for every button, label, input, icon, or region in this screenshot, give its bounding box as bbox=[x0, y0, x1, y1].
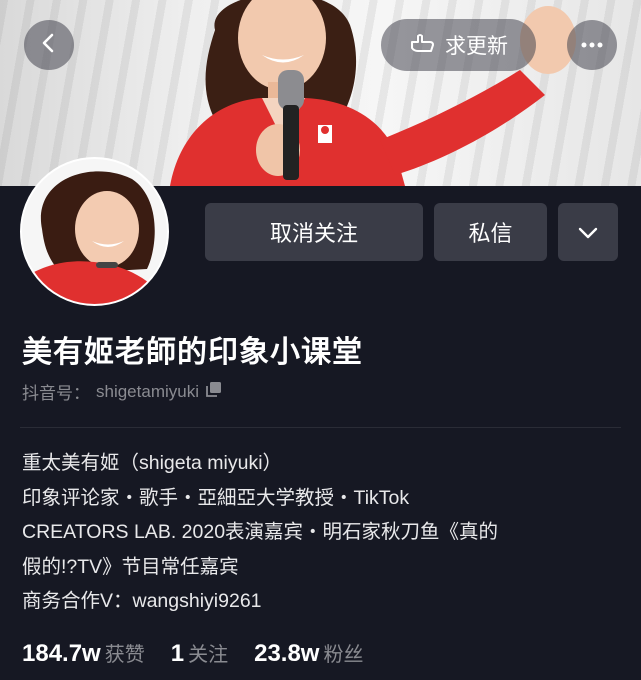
avatar[interactable] bbox=[20, 157, 169, 306]
more-horizontal-icon bbox=[580, 36, 604, 54]
douyin-id: shigetamiyuki bbox=[96, 381, 199, 401]
chevron-left-icon bbox=[38, 32, 60, 59]
bio-line: 印象评论家・歌手・亞細亞大学教授・TikTok bbox=[22, 486, 410, 509]
followers-label[interactable]: 粉丝 bbox=[323, 638, 363, 667]
followers-count[interactable]: 23.8w bbox=[254, 640, 319, 668]
douyin-id-row[interactable]: 抖音号： shigetamiyuki bbox=[22, 379, 223, 404]
message-label: 私信 bbox=[468, 221, 513, 246]
request-update-button[interactable]: 求更新 bbox=[381, 19, 536, 71]
bio-line: CREATORS LAB. 2020表演嘉宾・明石家秋刀鱼《真的 bbox=[22, 521, 499, 543]
likes-count: 184.7w bbox=[22, 640, 101, 667]
bio-line: 重太美有姬（shigeta miyuki） bbox=[22, 452, 283, 474]
bio-line: 商务合作V：wangshiyi9261 bbox=[22, 590, 262, 612]
divider bbox=[20, 427, 621, 428]
profile-bio: 重太美有姬（shigeta miyuki） 印象评论家・歌手・亞細亞大学教授・T… bbox=[22, 446, 622, 619]
back-button[interactable] bbox=[24, 20, 74, 70]
profile-name: 美有姬老師的印象小课堂 bbox=[22, 336, 363, 369]
hand-point-icon bbox=[409, 31, 435, 59]
copy-icon[interactable] bbox=[205, 380, 223, 403]
following-label[interactable]: 关注 bbox=[188, 638, 228, 667]
chevron-down-icon bbox=[578, 219, 598, 245]
following-count[interactable]: 1 bbox=[171, 640, 184, 668]
likes-label: 获赞 bbox=[104, 644, 145, 666]
request-update-label: 求更新 bbox=[445, 35, 508, 58]
expand-button[interactable] bbox=[558, 203, 618, 261]
message-button[interactable]: 私信 bbox=[434, 203, 547, 261]
profile-stats: 184.7w 获赞 1 关注 23.8w 粉丝 bbox=[22, 638, 389, 668]
more-button[interactable] bbox=[567, 20, 617, 70]
avatar-photo bbox=[22, 159, 167, 304]
unfollow-label: 取消关注 bbox=[269, 221, 358, 246]
unfollow-button[interactable]: 取消关注 bbox=[205, 203, 423, 261]
bio-line: 假的!?TV》节目常任嘉宾 bbox=[22, 555, 239, 578]
douyin-id-prefix: 抖音号： bbox=[22, 384, 90, 403]
